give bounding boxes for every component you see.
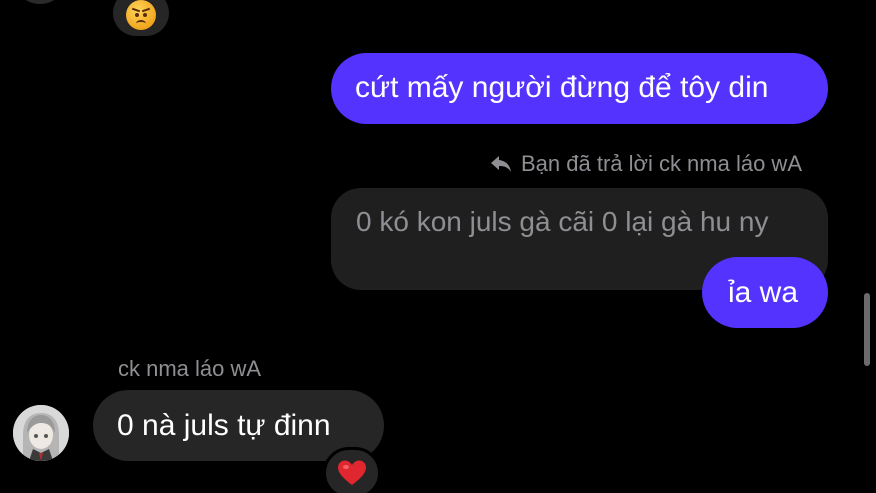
avatar-image (13, 405, 69, 461)
message-reaction[interactable] (323, 447, 381, 493)
message-text: ỉa wa (728, 276, 799, 309)
message-text: 0 nà juls tự đinn (117, 409, 331, 442)
angry-face-icon (126, 0, 156, 30)
reply-context-label: Bạn đã trả lời ck nma láo wA (521, 151, 802, 176)
reply-arrow-icon (491, 156, 511, 172)
outgoing-message-bubble[interactable]: cứt mấy người đừng để tôy din (331, 53, 828, 124)
reply-context: Bạn đã trả lời ck nma láo wA (489, 150, 802, 178)
quoted-message-text: 0 kó kon juls gà cãi 0 lại gà hu ny (356, 206, 769, 237)
chat-thread: cứt mấy người đừng để tôy din Bạn đã trả… (0, 0, 876, 493)
sender-avatar[interactable] (13, 405, 69, 461)
message-text: cứt mấy người đừng để tôy din (355, 71, 769, 104)
message-reaction[interactable] (113, 0, 169, 36)
outgoing-message-bubble[interactable]: ỉa wa (702, 257, 828, 328)
red-heart-icon (338, 460, 366, 485)
avatar[interactable] (18, 0, 62, 4)
scrollbar[interactable] (864, 293, 870, 366)
sender-name: ck nma láo wA (118, 356, 262, 381)
